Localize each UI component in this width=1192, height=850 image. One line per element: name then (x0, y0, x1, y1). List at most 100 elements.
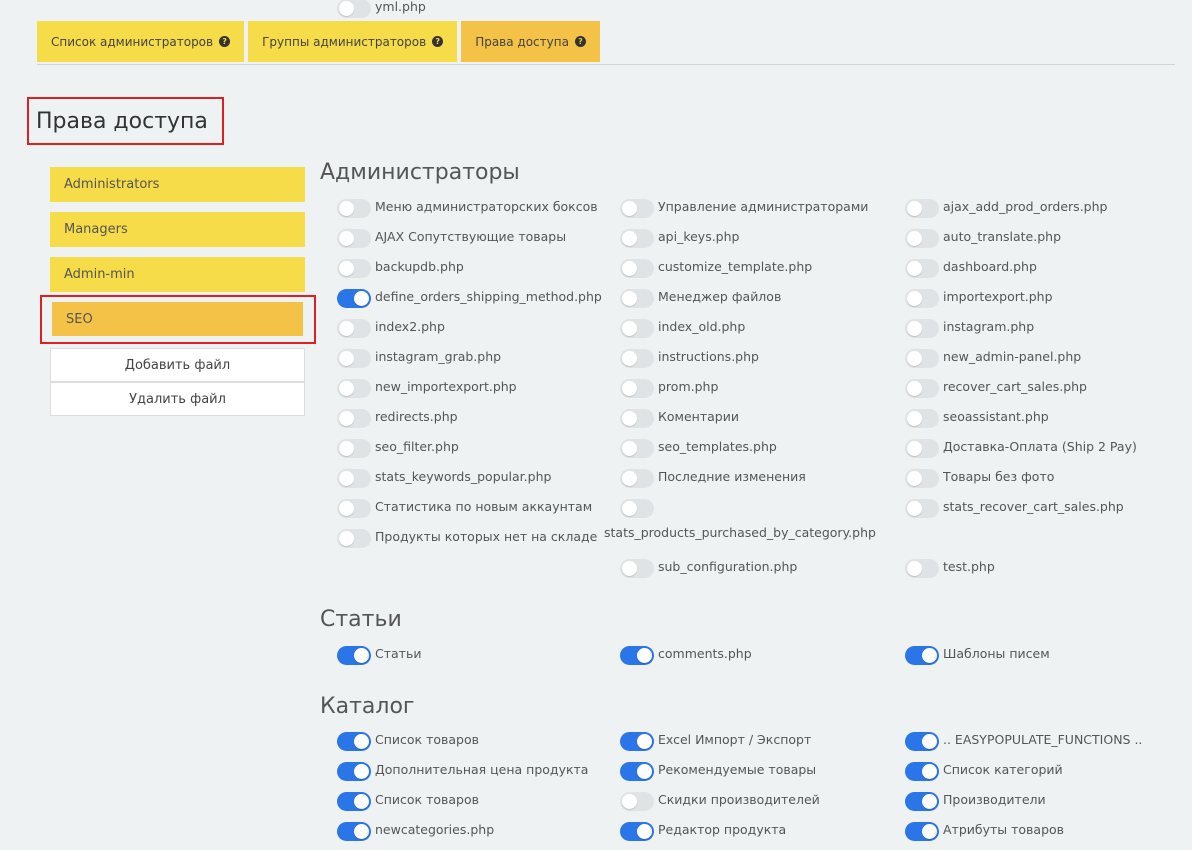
permission-toggle-item[interactable]: Атрибуты товаров (905, 822, 1064, 841)
toggle-switch[interactable] (905, 409, 939, 428)
permission-toggle-item[interactable]: Excel Импорт / Экспорт (620, 732, 811, 751)
permission-toggle-item[interactable]: recover_cart_sales.php (905, 379, 1087, 398)
toggle-switch[interactable] (620, 822, 654, 841)
toggle-switch[interactable] (337, 229, 371, 248)
toggle-switch[interactable] (337, 792, 371, 811)
add-file-button[interactable]: Добавить файл (50, 348, 305, 382)
toggle-switch[interactable] (620, 199, 654, 218)
permission-toggle-item[interactable]: instagram.php (905, 319, 1034, 338)
toggle-switch[interactable] (905, 732, 939, 751)
permission-toggle-item[interactable]: newcategories.php (337, 822, 494, 841)
toggle-switch[interactable] (337, 529, 371, 548)
toggle-switch[interactable] (905, 199, 939, 218)
toggle-switch[interactable] (620, 732, 654, 751)
permission-toggle-item[interactable]: importexport.php (905, 289, 1053, 308)
permission-toggle-item[interactable]: Список категорий (905, 762, 1063, 781)
toggle-switch[interactable] (337, 199, 371, 218)
toggle-switch[interactable] (337, 499, 371, 518)
toggle-switch[interactable] (620, 762, 654, 781)
permission-toggle-item[interactable]: index_old.php (620, 319, 745, 338)
toggle-switch[interactable] (620, 259, 654, 278)
toggle-switch[interactable] (905, 469, 939, 488)
toggle-switch[interactable] (337, 822, 371, 841)
permission-toggle-item[interactable]: AJAX Сопутствующие товары (337, 229, 566, 248)
permission-toggle-item[interactable]: Менеджер файлов (620, 289, 781, 308)
group-item-managers[interactable]: Managers (50, 212, 305, 247)
toggle-switch[interactable] (905, 229, 939, 248)
permission-toggle-item[interactable]: Редактор продукта (620, 822, 786, 841)
permission-toggle-item[interactable]: auto_translate.php (905, 229, 1061, 248)
permission-toggle-item[interactable]: define_orders_shipping_method.php (337, 289, 602, 308)
permission-toggle-item[interactable]: new_admin-panel.php (905, 349, 1081, 368)
help-icon[interactable]: ? (219, 36, 231, 47)
permission-toggle-item[interactable]: Коментарии (620, 409, 739, 428)
tab-admin-groups[interactable]: Группы администраторов ? (248, 21, 458, 62)
toggle-switch[interactable] (620, 349, 654, 368)
toggle-switch[interactable] (905, 439, 939, 458)
group-item-admin-min[interactable]: Admin-min (50, 257, 305, 292)
toggle-switch[interactable] (337, 379, 371, 398)
toggle-switch[interactable] (620, 792, 654, 811)
toggle-switch[interactable] (337, 289, 371, 308)
permission-toggle-item[interactable]: Производители (905, 792, 1046, 811)
permission-toggle-item[interactable]: Статьи (337, 646, 421, 665)
permission-toggle-item[interactable]: ajax_add_prod_orders.php (905, 199, 1107, 218)
permission-toggle-item[interactable]: Список товаров (337, 732, 479, 751)
toggle-switch[interactable] (620, 559, 654, 578)
toggle-switch[interactable] (620, 469, 654, 488)
toggle-switch[interactable] (337, 409, 371, 428)
permission-toggle-item[interactable]: prom.php (620, 379, 718, 398)
help-icon[interactable]: ? (574, 36, 586, 47)
permission-toggle-item[interactable]: seoassistant.php (905, 409, 1049, 428)
toggle-switch[interactable] (905, 349, 939, 368)
toggle-switch[interactable] (620, 646, 654, 665)
permission-toggle-item[interactable]: index2.php (337, 319, 445, 338)
toggle-switch[interactable] (905, 259, 939, 278)
permission-toggle-item[interactable]: instagram_grab.php (337, 349, 501, 368)
permission-toggle-item[interactable]: comments.php (620, 646, 752, 665)
toggle-switch[interactable] (905, 792, 939, 811)
permission-toggle-item[interactable]: Шаблоны писем (905, 646, 1050, 665)
permission-toggle-item[interactable]: stats_products_purchased_by_category.php (604, 499, 876, 540)
permission-toggle-item[interactable]: Скидки производителей (620, 792, 820, 811)
permission-toggle-item[interactable]: sub_configuration.php (620, 559, 797, 578)
permission-toggle-item[interactable]: Дополнительная цена продукта (337, 762, 588, 781)
toggle-switch[interactable] (620, 319, 654, 338)
permission-toggle-item[interactable]: Доставка-Оплата (Ship 2 Pay) (905, 439, 1137, 458)
permission-toggle-item[interactable]: .. EASYPOPULATE_FUNCTIONS .. (905, 732, 1142, 751)
toggle-switch[interactable] (905, 646, 939, 665)
toggle-switch[interactable] (620, 379, 654, 398)
toggle-switch[interactable] (905, 559, 939, 578)
permission-toggle-item[interactable]: Продукты которых нет на складе (337, 529, 597, 548)
permission-toggle-item[interactable]: seo_templates.php (620, 439, 777, 458)
group-item-seo[interactable]: SEO (52, 302, 303, 336)
toggle-switch[interactable] (620, 289, 654, 308)
toggle-switch[interactable] (905, 499, 939, 518)
tab-admin-list[interactable]: Список администраторов ? (37, 21, 245, 62)
toggle-switch[interactable] (905, 319, 939, 338)
permission-toggle-item[interactable]: Список товаров (337, 792, 479, 811)
permission-toggle-item[interactable]: redirects.php (337, 409, 458, 428)
permission-toggle-item[interactable]: customize_template.php (620, 259, 812, 278)
toggle-switch[interactable] (620, 229, 654, 248)
toggle-switch[interactable] (620, 409, 654, 428)
toggle-switch[interactable] (905, 289, 939, 308)
permission-toggle-item[interactable]: stats_keywords_popular.php (337, 469, 551, 488)
toggle-switch[interactable] (337, 646, 371, 665)
toggle-switch[interactable] (337, 732, 371, 751)
permission-toggle-item[interactable]: seo_filter.php (337, 439, 459, 458)
permission-toggle-item[interactable]: new_importexport.php (337, 379, 517, 398)
group-item-administrators[interactable]: Administrators (50, 167, 305, 202)
delete-file-button[interactable]: Удалить файл (50, 382, 305, 416)
toggle-switch[interactable] (337, 319, 371, 338)
permission-toggle-item[interactable]: backupdb.php (337, 259, 464, 278)
permission-toggle-item[interactable]: yml.php (337, 0, 426, 18)
permission-toggle-item[interactable]: Управление администраторами (620, 199, 868, 218)
permission-toggle-item[interactable]: instructions.php (620, 349, 759, 368)
permission-toggle-item[interactable]: Рекомендуемые товары (620, 762, 816, 781)
permission-toggle-item[interactable]: stats_recover_cart_sales.php (905, 499, 1124, 518)
toggle-switch[interactable] (620, 499, 654, 518)
permission-toggle-item[interactable]: test.php (905, 559, 995, 578)
toggle-switch[interactable] (337, 0, 371, 18)
permission-toggle-item[interactable]: Меню администраторских боксов (337, 199, 598, 218)
